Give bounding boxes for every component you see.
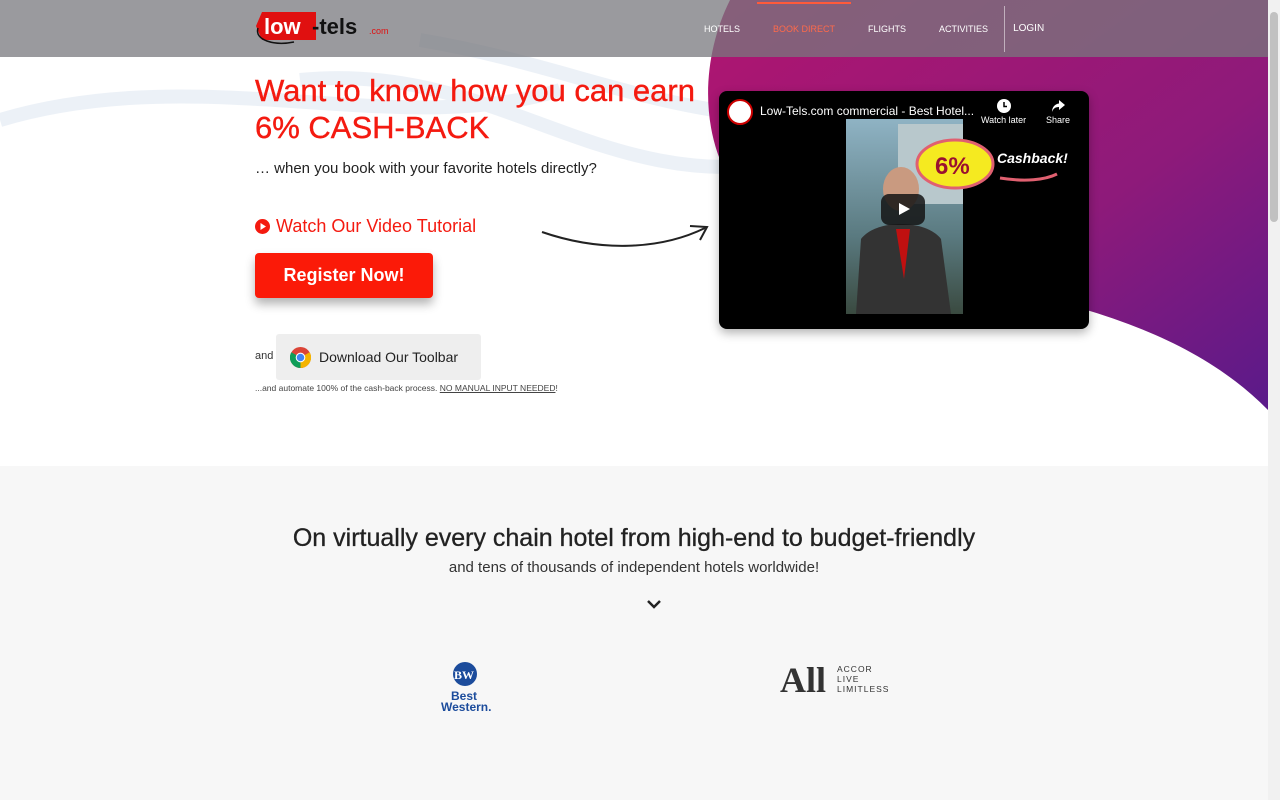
section-subtitle: and tens of thousands of independent hot… xyxy=(448,559,820,576)
nav-hotels[interactable]: HOTELS xyxy=(704,24,740,34)
cashback-overlay: 6% Cashback! xyxy=(915,138,1068,190)
hotels-section xyxy=(0,466,1268,800)
watch-video-link[interactable]: Watch Our Video Tutorial xyxy=(255,216,476,237)
low-tels-logo[interactable]: low -tels .com xyxy=(254,6,399,48)
accor-line-limitless: LIMITLESS xyxy=(837,684,889,694)
accor-line-accor: ACCOR xyxy=(837,664,873,674)
accor-line-live: LIVE xyxy=(837,674,859,684)
video-title[interactable]: Low-Tels.com commercial - Best Hotel... xyxy=(760,104,974,118)
svg-text:Western.: Western. xyxy=(441,700,491,713)
best-western-logo: BW Best Western. xyxy=(441,662,491,713)
svg-text:BW: BW xyxy=(454,668,474,682)
svg-text:.com: .com xyxy=(369,26,389,36)
download-toolbar-label: Download Our Toolbar xyxy=(319,349,459,365)
svg-text:All: All xyxy=(780,660,826,698)
chrome-icon xyxy=(290,346,311,368)
chevron-down-icon[interactable] xyxy=(646,598,662,610)
header: low -tels .com HOTELS BOOK DIRECT FLIGHT… xyxy=(0,0,1268,57)
watch-video-label: Watch Our Video Tutorial xyxy=(276,216,477,236)
automate-note: ...and automate 100% of the cash-back pr… xyxy=(255,383,558,393)
watch-later-label: Watch later xyxy=(981,115,1027,125)
hero-title: Want to know how you can earn 6% CASH-BA… xyxy=(255,73,695,145)
section-title: On virtually every chain hotel from high… xyxy=(292,524,976,552)
svg-text:low: low xyxy=(264,14,302,39)
channel-avatar[interactable] xyxy=(727,99,753,125)
register-now-button[interactable]: Register Now! xyxy=(255,253,433,298)
automate-text: ...and automate 100% of the cash-back pr… xyxy=(255,383,438,393)
share-button[interactable]: Share xyxy=(1046,99,1070,125)
download-toolbar-button[interactable]: Download Our Toolbar xyxy=(276,334,481,380)
share-label: Share xyxy=(1046,115,1071,125)
hero-subtitle: … when you book with your favorite hotel… xyxy=(255,160,597,177)
watch-later-button[interactable]: Watch later xyxy=(981,99,1026,125)
nav-activities[interactable]: ACTIVITIES xyxy=(939,24,988,34)
arrow-icon xyxy=(541,225,709,247)
scrollbar[interactable] xyxy=(1268,0,1280,800)
nav-divider xyxy=(1004,5,1006,52)
share-icon xyxy=(1052,100,1066,112)
nav-flights[interactable]: FLIGHTS xyxy=(868,24,906,34)
play-button[interactable] xyxy=(881,194,925,225)
clock-icon xyxy=(996,99,1011,113)
video-player[interactable]: 6% Cashback! Low-Tels.com commercial - B… xyxy=(719,91,1089,329)
and-label: and xyxy=(255,350,274,362)
automate-end: ! xyxy=(555,383,558,393)
nav-login[interactable]: LOGIN xyxy=(1013,23,1044,34)
overlay-percent: 6% xyxy=(935,153,970,180)
nav-book-direct[interactable]: BOOK DIRECT xyxy=(757,1,852,34)
overlay-text: Cashback! xyxy=(997,150,1068,166)
svg-text:-tels: -tels xyxy=(312,14,357,39)
scrollbar-thumb[interactable] xyxy=(1270,12,1278,222)
main-nav: HOTELS BOOK DIRECT FLIGHTS ACTIVITIES LO… xyxy=(690,0,1044,57)
play-circle-icon xyxy=(255,219,270,234)
no-manual-input-link[interactable]: NO MANUAL INPUT NEEDED xyxy=(440,383,556,393)
accor-all-logo: All ACCOR LIVE LIMITLESS xyxy=(780,660,889,698)
